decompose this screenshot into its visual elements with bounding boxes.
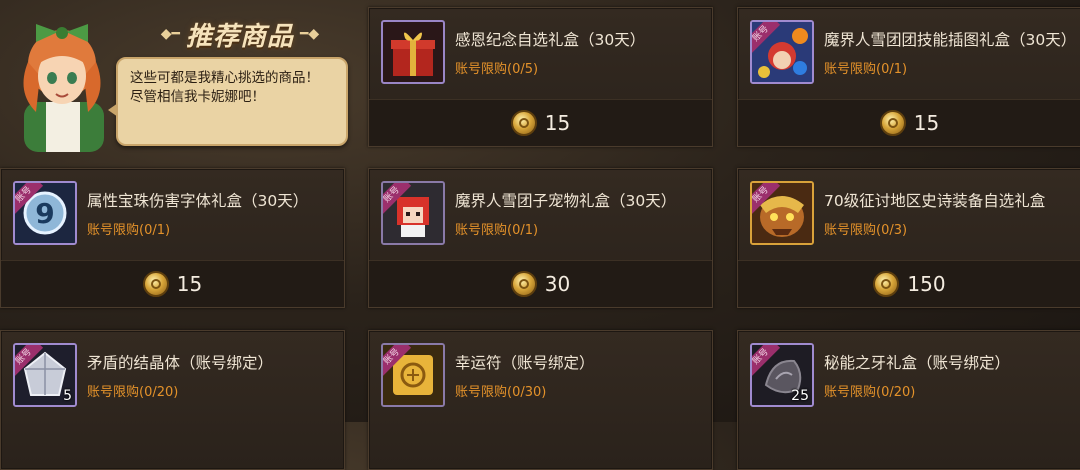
title-ornament-right-icon: ━◆ [300,26,320,42]
item-name: 矛盾的结晶体（账号绑定） [87,354,274,372]
shop-item-card[interactable]: 账号 5 矛盾的结晶体（账号绑定） 账号限购(0/20) [0,330,345,470]
gold-coin-icon [879,110,906,136]
item-icon-frame: 账号 [750,181,814,245]
price-area[interactable]: 15 [1,260,344,307]
item-icon-frame [381,20,445,84]
shop-item-card[interactable]: 感恩纪念自选礼盒（30天） 账号限购(0/5) 15 [368,7,713,147]
item-icon-frame: 账号 5 [13,343,77,407]
item-icon-frame: 账号 [381,181,445,245]
item-name: 70级征讨地区史诗装备自选礼盒 [824,192,1046,210]
item-icon-frame: 9 账号 [13,181,77,245]
price-area[interactable]: 15 [738,99,1080,146]
recommended-header: ◆━ 推荐商品 ━◆ 这些可都是我精心挑选的商品！ 尽管相信我卡妮娜吧！ [0,0,360,160]
npc-kanina-portrait [23,24,104,152]
item-name: 属性宝珠伤害字体礼盒（30天） [87,192,309,210]
gold-coin-icon [142,271,169,297]
purchase-limit: 账号限购(0/1) [455,223,539,238]
item-icon-frame: 账号 [381,343,445,407]
item-quantity: 25 [791,388,809,404]
price-area[interactable]: 150 [738,260,1080,307]
purchase-limit: 账号限购(0/5) [455,62,539,77]
item-price: 150 [907,272,946,296]
item-name: 幸运符（账号绑定） [455,354,595,372]
shop-item-card[interactable]: 9 账号 属性宝珠伤害字体礼盒（30天） 账号限购(0/1) 15 [0,168,345,308]
price-area[interactable]: 15 [369,99,712,146]
shop-item-card[interactable]: 账号 幸运符（账号绑定） 账号限购(0/30) [368,330,713,470]
npc-speech-bubble: 这些可都是我精心挑选的商品！ 尽管相信我卡妮娜吧！ [108,57,348,146]
item-price: 15 [544,111,571,135]
gold-coin-icon [510,271,537,297]
item-name: 魔界人雪团团技能插图礼盒（30天） [824,31,1077,49]
svg-text:9: 9 [35,197,54,230]
item-price: 30 [544,272,571,296]
gold-coin-icon [510,110,537,136]
recommended-title: ◆━ 推荐商品 ━◆ [140,14,340,54]
item-price: 15 [176,272,203,296]
price-area[interactable]: 30 [369,260,712,307]
item-name: 秘能之牙礼盒（账号绑定） [824,354,1011,372]
purchase-limit: 账号限购(0/1) [824,62,908,77]
item-icon-frame: 账号 [750,20,814,84]
purchase-limit: 账号限购(0/1) [87,223,171,238]
gift-box-icon [391,32,435,76]
shop-item-card[interactable]: 账号 魔界人雪团子宠物礼盒（30天） 账号限购(0/1) 30 [368,168,713,308]
recommended-title-text: 推荐商品 [185,21,294,52]
purchase-limit: 账号限购(0/20) [87,385,179,400]
purchase-limit: 账号限购(0/30) [455,385,547,400]
item-name: 魔界人雪团子宠物礼盒（30天） [455,192,677,210]
shop-item-card[interactable]: 账号 70级征讨地区史诗装备自选礼盒 账号限购(0/3) 150 [737,168,1080,308]
purchase-limit: 账号限购(0/3) [824,223,908,238]
shop-item-card[interactable]: 账号 25 秘能之牙礼盒（账号绑定） 账号限购(0/20) [737,330,1080,470]
item-name: 感恩纪念自选礼盒（30天） [455,31,646,49]
item-quantity: 5 [63,388,72,404]
item-price: 15 [913,111,940,135]
speech-line: 这些可都是我精心挑选的商品！ [130,70,319,86]
title-ornament-left-icon: ◆━ [160,26,180,42]
item-icon-frame: 账号 25 [750,343,814,407]
purchase-limit: 账号限购(0/20) [824,385,916,400]
speech-line: 尽管相信我卡妮娜吧！ [130,89,265,105]
shop-item-card[interactable]: 账号 魔界人雪团团技能插图礼盒（30天） 账号限购(0/1) 15 [737,7,1080,147]
gold-coin-icon [873,271,900,297]
